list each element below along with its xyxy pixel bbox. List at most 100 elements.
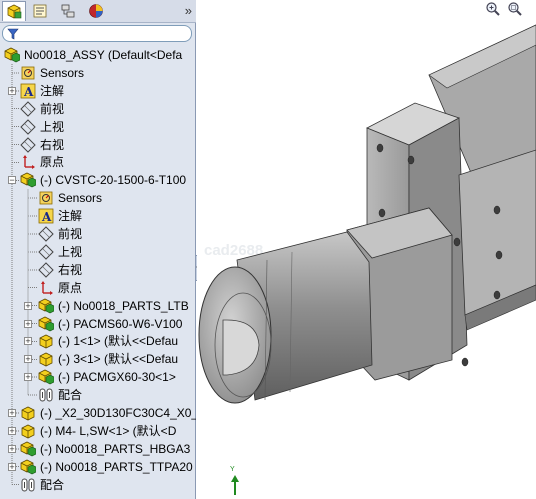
tree-item-label: (-) PACMGX60-30<1> [58, 370, 176, 385]
reference-plane-icon [20, 118, 36, 135]
axis-triad-icon [231, 475, 239, 495]
tree-item-label: 注解 [40, 83, 65, 98]
reference-plane-icon [38, 262, 54, 278]
tree-item-label: 右视 [58, 262, 83, 277]
reference-plane-icon [38, 226, 54, 242]
sensors-icon [20, 65, 36, 81]
tree-item-label: 配合 [58, 388, 83, 403]
tree-item-label: 右视 [40, 137, 65, 152]
part-icon [38, 333, 54, 349]
tree-item-label: (-) 3<1> (默认<<Defau [58, 352, 179, 367]
tree-item[interactable]: 配合 [20, 476, 64, 494]
svg-text:A: A [23, 85, 34, 99]
cad-model-render [198, 24, 536, 404]
expand-toggle[interactable]: + [24, 337, 32, 346]
tree-item[interactable]: (-) PACMGX60-30<1> [38, 368, 176, 386]
collapse-toggle[interactable]: − [8, 176, 16, 185]
assembly-icon [20, 172, 37, 188]
tree-item[interactable]: (-) No0018_PARTS_HBGA3 [20, 440, 190, 458]
tree-item[interactable]: 上视 [38, 243, 82, 261]
configurationmanager-tab[interactable] [56, 1, 80, 21]
tree-item-label: 上视 [58, 244, 83, 259]
expand-toggle[interactable]: + [8, 86, 16, 95]
filter-icon [7, 28, 19, 40]
reference-plane-icon [20, 136, 36, 153]
reference-plane-icon [20, 100, 36, 117]
triad-y-label: Y [230, 466, 235, 473]
assembly-icon [4, 47, 21, 63]
tree-item-label: (-) No0018_PARTS_LTB [58, 298, 189, 313]
tree-item[interactable]: 前视 [20, 100, 64, 118]
tree-item-label: (-) CVSTC-20-1500-6-T100 [40, 173, 187, 188]
expand-toggle[interactable]: + [8, 462, 16, 471]
assembly-tree-icon [7, 4, 22, 18]
assembly-icon [38, 369, 55, 385]
tree-item-label: (-) No0018_PARTS_HBGA3 [40, 441, 191, 456]
panel-tab-bar: » [0, 0, 196, 23]
propertymanager-tab[interactable] [28, 1, 52, 21]
tree-item-label: 原点 [58, 280, 83, 295]
tree-item-label: (-) M4- L,SW<1> (默认<D [40, 423, 177, 438]
tree-item[interactable]: (-) 1<1> (默认<<Defau [38, 332, 178, 350]
tree-item[interactable]: 上视 [20, 118, 64, 136]
tree-item-label: Sensors [58, 191, 103, 206]
tree-item-label: 前视 [58, 227, 83, 241]
assembly-icon [38, 316, 55, 332]
expand-toggle[interactable]: + [24, 355, 32, 364]
display-manager-tab[interactable] [84, 1, 108, 21]
tree-item-label: (-) PACMS60-W6-V100 [58, 316, 183, 331]
tree-filter-input[interactable] [2, 25, 192, 42]
sensors-icon [38, 190, 54, 206]
graphics-viewport[interactable]: cad2688 Y [197, 0, 536, 499]
tree-item[interactable]: (-) _X2_30D130FC30C4_X0_ [20, 404, 196, 422]
tree-item[interactable]: 右视 [38, 261, 82, 279]
assembly-icon [20, 459, 37, 475]
mate-icon [20, 477, 36, 493]
featuremanager-tab[interactable] [2, 1, 26, 21]
tree-item[interactable]: (-) No0018_PARTS_TTPA20 [20, 458, 193, 476]
tree-item[interactable]: 配合 [38, 386, 82, 404]
expand-toggle[interactable]: + [8, 426, 16, 435]
expand-toggle[interactable]: + [24, 301, 32, 310]
expand-toggle[interactable]: + [24, 373, 32, 382]
tree-item-label: No0018_ASSY (Default<Defa [24, 48, 183, 62]
feature-tree: No0018_ASSY (Default<Defa Sensors A 注解 + 前视 上视… [0, 44, 196, 499]
tree-item-label: Sensors [40, 65, 85, 80]
tree-item-label: 注解 [58, 209, 83, 224]
tree-item[interactable]: No0018_ASSY (Default<Defa [4, 46, 182, 64]
reference-plane-icon [38, 244, 54, 260]
expand-toggle[interactable]: + [8, 409, 16, 418]
expand-toggle[interactable]: + [24, 319, 32, 328]
part-icon [20, 405, 36, 421]
expand-toggle[interactable]: + [8, 444, 16, 453]
annotation-icon: A [20, 83, 36, 99]
tree-item[interactable]: (-) 3<1> (默认<<Defau [38, 350, 178, 368]
tree-item[interactable]: (-) No0018_PARTS_LTB [38, 297, 189, 315]
svg-text:A: A [41, 210, 52, 224]
tree-item[interactable]: Sensors [20, 64, 84, 82]
feature-manager-panel: » No0018_ASSY (Default<Defa Sensors A 注解 + 前视… [0, 0, 196, 499]
appearance-icon [89, 4, 103, 18]
tree-item-label: 配合 [40, 477, 65, 492]
property-icon [33, 4, 47, 18]
assembly-icon [20, 441, 37, 457]
tree-item-label: (-) 1<1> (默认<<Defau [58, 334, 179, 349]
tree-item[interactable]: A 注解 [20, 82, 64, 100]
tree-item[interactable]: 右视 [20, 136, 64, 154]
origin-icon [20, 154, 36, 170]
tree-item[interactable]: 原点 [20, 153, 64, 171]
tree-item[interactable]: (-) PACMS60-W6-V100 [38, 315, 182, 333]
tree-item[interactable]: Sensors [38, 189, 102, 207]
tree-item[interactable]: 原点 [38, 279, 82, 297]
part-icon [38, 351, 54, 367]
tree-item[interactable]: 前视 [38, 225, 82, 243]
tree-item[interactable]: A 注解 [38, 207, 82, 225]
tree-item-label: 上视 [40, 119, 65, 134]
more-tabs-button[interactable]: » [185, 3, 192, 18]
tree-item-label: (-) _X2_30D130FC30C4_X0_ [40, 406, 196, 420]
tree-item[interactable]: (-) M4- L,SW<1> (默认<D [20, 422, 176, 440]
annotation-icon: A [38, 208, 54, 224]
tree-item[interactable]: (-) CVSTC-20-1500-6-T100 [20, 171, 186, 189]
tree-item-label: (-) No0018_PARTS_TTPA20 [40, 459, 193, 474]
configuration-icon [61, 4, 75, 18]
